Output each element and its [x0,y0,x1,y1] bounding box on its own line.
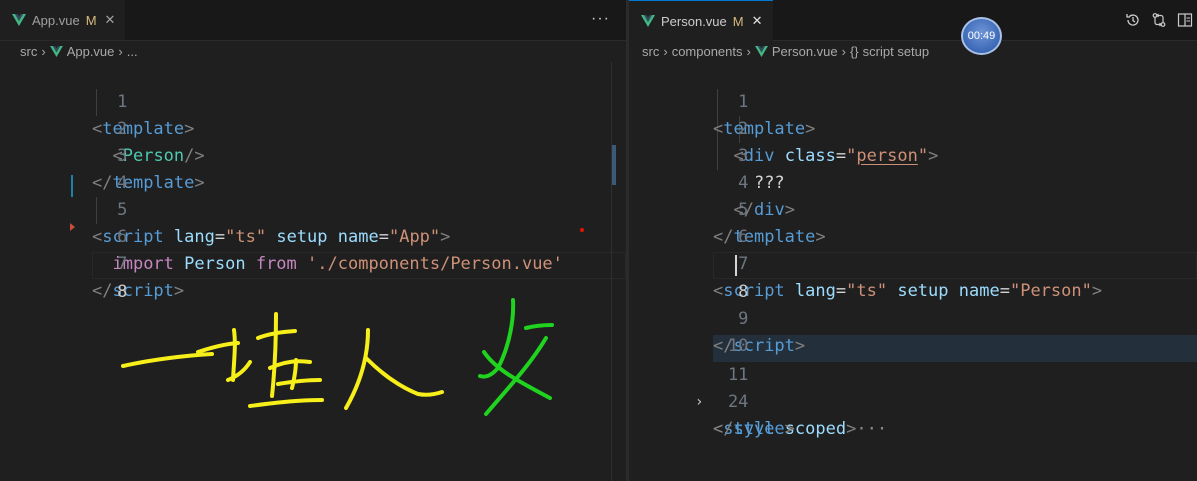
code-line: 8 [0,252,626,302]
code-line: 24 </style> [629,362,1197,439]
compare-changes-icon[interactable] [1151,12,1167,28]
code-line: 1 <template> [629,62,1197,139]
code-line: 7 </script> [0,224,626,301]
vue-icon [12,14,26,26]
code-line: 7 <script lang="ts" setup name="Person"> [629,224,1197,301]
breadcrumb-file[interactable]: App.vue [67,44,115,59]
code-line: 6 [629,197,1197,247]
scroll-marker [612,145,616,185]
code-line: 4 </div> [629,143,1197,220]
code-line: 5 </template> [629,170,1197,247]
chevron-right-icon: › [663,43,668,59]
vue-icon [49,45,63,57]
history-icon[interactable] [1125,12,1141,28]
modified-badge: M [85,12,97,28]
modified-badge: M [732,13,744,29]
breadcrumb-tail[interactable]: ... [127,44,138,59]
code-line: 3 </template> [0,116,626,193]
breadcrumb-src[interactable]: src [20,44,37,59]
close-icon[interactable]: ✕ [105,12,116,28]
right-editor-pane: Person.vue M ✕ src › components › Person… [629,0,1197,481]
error-indicator [580,228,584,232]
breadcrumb-src[interactable]: src [642,44,659,59]
code-line: 4 [0,143,626,193]
chevron-right-icon: › [746,43,751,59]
code-line: 5 <script lang="ts" setup name="App"> [0,170,626,247]
code-editor[interactable]: 1 <template> 2 <div class="person"> 3 ??… [629,62,1197,481]
close-icon[interactable]: ✕ [752,13,763,29]
breadcrumb: src › components › Person.vue › {} scrip… [629,40,1197,62]
vue-icon [641,15,655,27]
tab-person-vue[interactable]: Person.vue M ✕ [629,0,773,41]
right-tab-bar: Person.vue M ✕ [629,0,1197,41]
code-line: 11 › <style scoped>··· [629,335,1197,439]
split-editor-icon[interactable] [1177,12,1193,28]
line-number: 24 [727,392,749,412]
code-line: 9 </script> [629,279,1197,356]
code-editor[interactable]: 1 <template> 2 <Person/> 3 </template> 4… [0,62,626,481]
tab-app-vue[interactable]: App.vue M ✕ [0,0,126,40]
code-line: 10 [629,306,1197,356]
breadcrumb-file[interactable]: Person.vue [772,44,838,59]
chevron-right-icon: › [841,43,846,59]
recording-timer[interactable]: 00:49 [961,17,1002,55]
more-actions-icon[interactable]: ··· [591,10,610,28]
code-line: 2 <div class="person"> [629,89,1197,166]
folded-ellipsis[interactable]: ··· [856,419,887,439]
text-cursor [735,255,737,276]
code-line: 2 <Person/> [0,89,626,166]
line-number: 8 [117,282,128,302]
breadcrumb: src › App.vue › ... [0,40,626,62]
editor-toolbar [1125,0,1197,40]
chevron-right-icon: › [41,43,46,59]
code-line: 6 import Person from './components/Perso… [0,197,626,274]
symbol-braces-icon: {} [849,43,859,59]
vue-icon [754,45,768,57]
code-line: 1 <template> [0,62,626,139]
breadcrumb-folder[interactable]: components [672,44,743,59]
tab-label: Person.vue [661,13,727,29]
tab-label: App.vue [32,12,80,28]
left-tab-bar: App.vue M ✕ ··· [0,0,626,41]
left-editor-pane: App.vue M ✕ ··· src › App.vue › ... 1 <t… [0,0,626,481]
breadcrumb-symbol[interactable]: script setup [863,44,929,59]
code-line: 8 [629,252,1197,302]
chevron-right-icon: › [118,43,123,59]
code-line: 3 ??? [629,116,1197,193]
scrollbar[interactable] [611,62,626,481]
